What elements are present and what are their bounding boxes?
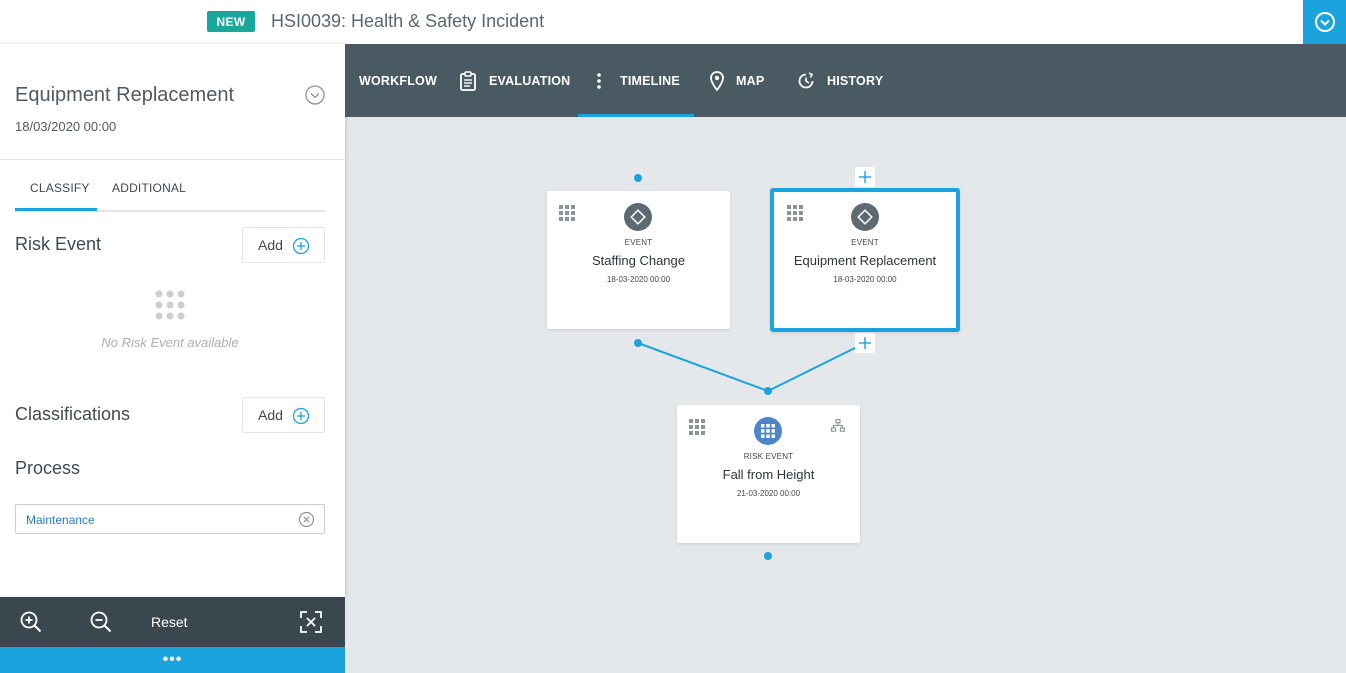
view-navbar: WORKFLOW EVALUATION TIMELINE MAP HISTORY (345, 44, 1346, 117)
add-after-button[interactable] (855, 333, 875, 353)
tab-evaluation-label: EVALUATION (489, 73, 571, 88)
panel-date: 18/03/2020 00:00 (15, 119, 117, 134)
event-diamond-icon (851, 203, 879, 231)
history-icon (798, 71, 814, 88)
add-button-label: Add (258, 407, 283, 423)
card-type-label: RISK EVENT (743, 452, 794, 461)
card-type-label: EVENT (851, 238, 879, 247)
risk-event-grid-icon (155, 290, 185, 320)
drag-handle-icon[interactable] (559, 205, 575, 221)
plus-icon (859, 337, 871, 349)
vertical-dots-icon (597, 72, 601, 89)
tab-timeline[interactable]: TIMELINE (596, 44, 680, 117)
card-type-label: EVENT (624, 238, 653, 247)
card-date: 21-03-2020 00:00 (736, 489, 801, 498)
panel-header: Equipment Replacement 18/03/2020 00:00 (0, 44, 345, 160)
connector-dot[interactable] (764, 552, 772, 560)
detail-panel: Equipment Replacement 18/03/2020 00:00 C… (0, 44, 345, 597)
plus-circle-icon (292, 237, 310, 255)
add-classification-button[interactable]: Add (242, 397, 325, 433)
new-badge: NEW (207, 11, 255, 32)
active-tab-indicator (15, 208, 97, 211)
card-date: 18-03-2020 00:00 (606, 275, 671, 284)
tab-evaluation[interactable]: EVALUATION (459, 44, 570, 117)
panel-tabs: CLASSIFY ADDITIONAL (15, 175, 325, 212)
header-toggle-button[interactable] (1303, 0, 1346, 44)
add-before-button[interactable] (855, 167, 875, 187)
card-title: Equipment Replacement (793, 253, 937, 268)
tab-map-label: MAP (736, 73, 765, 88)
process-value[interactable]: Maintenance (26, 513, 95, 527)
card-date: 18-03-2020 00:00 (833, 275, 897, 284)
zoom-out-icon[interactable] (89, 610, 113, 634)
add-risk-event-button[interactable]: Add (242, 227, 325, 263)
clear-icon[interactable] (298, 511, 315, 528)
panel-title: Equipment Replacement (15, 84, 235, 106)
connector-dot[interactable] (634, 174, 642, 182)
reset-zoom-button[interactable]: Reset (151, 614, 188, 630)
timeline-card-equipment-replacement[interactable]: EVENT Equipment Replacement 18-03-2020 0… (770, 188, 960, 332)
top-header: NEW HSI0039: Health & Safety Incident (0, 0, 1346, 44)
tab-additional[interactable]: ADDITIONAL (112, 181, 186, 195)
event-diamond-icon (624, 203, 652, 231)
drag-handle-icon[interactable] (689, 419, 705, 435)
zoom-in-icon[interactable] (19, 610, 43, 634)
tab-classify[interactable]: CLASSIFY (30, 181, 90, 195)
card-title: Fall from Height (722, 467, 815, 482)
drag-handle-icon[interactable] (787, 205, 803, 221)
more-options-button[interactable]: ••• (0, 647, 345, 673)
timeline-card-fall-from-height[interactable]: RISK EVENT Fall from Height 21-03-2020 0… (677, 405, 860, 543)
risk-event-label: Risk Event (15, 234, 102, 254)
chevron-down-icon[interactable] (305, 85, 325, 105)
process-field[interactable]: Maintenance (15, 504, 325, 534)
risk-event-grid-icon (754, 417, 782, 445)
zoom-toolbar: Reset (0, 597, 345, 647)
timeline-canvas[interactable]: EVENT Staffing Change 18-03-2020 00:00 E… (345, 117, 1346, 673)
classifications-label: Classifications (15, 404, 131, 424)
tab-history-label: HISTORY (827, 73, 884, 88)
tab-history[interactable]: HISTORY (797, 44, 883, 117)
fit-to-screen-icon[interactable] (299, 610, 323, 634)
incident-title: HSI0039: Health & Safety Incident (271, 11, 545, 31)
hierarchy-icon[interactable] (831, 419, 845, 432)
timeline-card-staffing-change[interactable]: EVENT Staffing Change 18-03-2020 00:00 (547, 191, 730, 329)
add-button-label: Add (258, 237, 283, 253)
tab-workflow-label: WORKFLOW (359, 73, 437, 88)
plus-icon (859, 171, 871, 183)
clipboard-icon (460, 70, 476, 91)
map-pin-icon (710, 70, 724, 91)
connector-dot[interactable] (634, 339, 642, 347)
chevron-down-circle-icon (1314, 12, 1335, 32)
tab-workflow[interactable]: WORKFLOW (359, 44, 437, 117)
tab-timeline-label: TIMELINE (620, 73, 680, 88)
card-title: Staffing Change (592, 253, 685, 268)
plus-circle-icon (292, 407, 310, 425)
tab-map[interactable]: MAP (710, 44, 764, 117)
connector-dot[interactable] (764, 387, 772, 395)
empty-risk-event-text: No Risk Event available (101, 335, 239, 350)
process-label: Process (15, 458, 81, 478)
